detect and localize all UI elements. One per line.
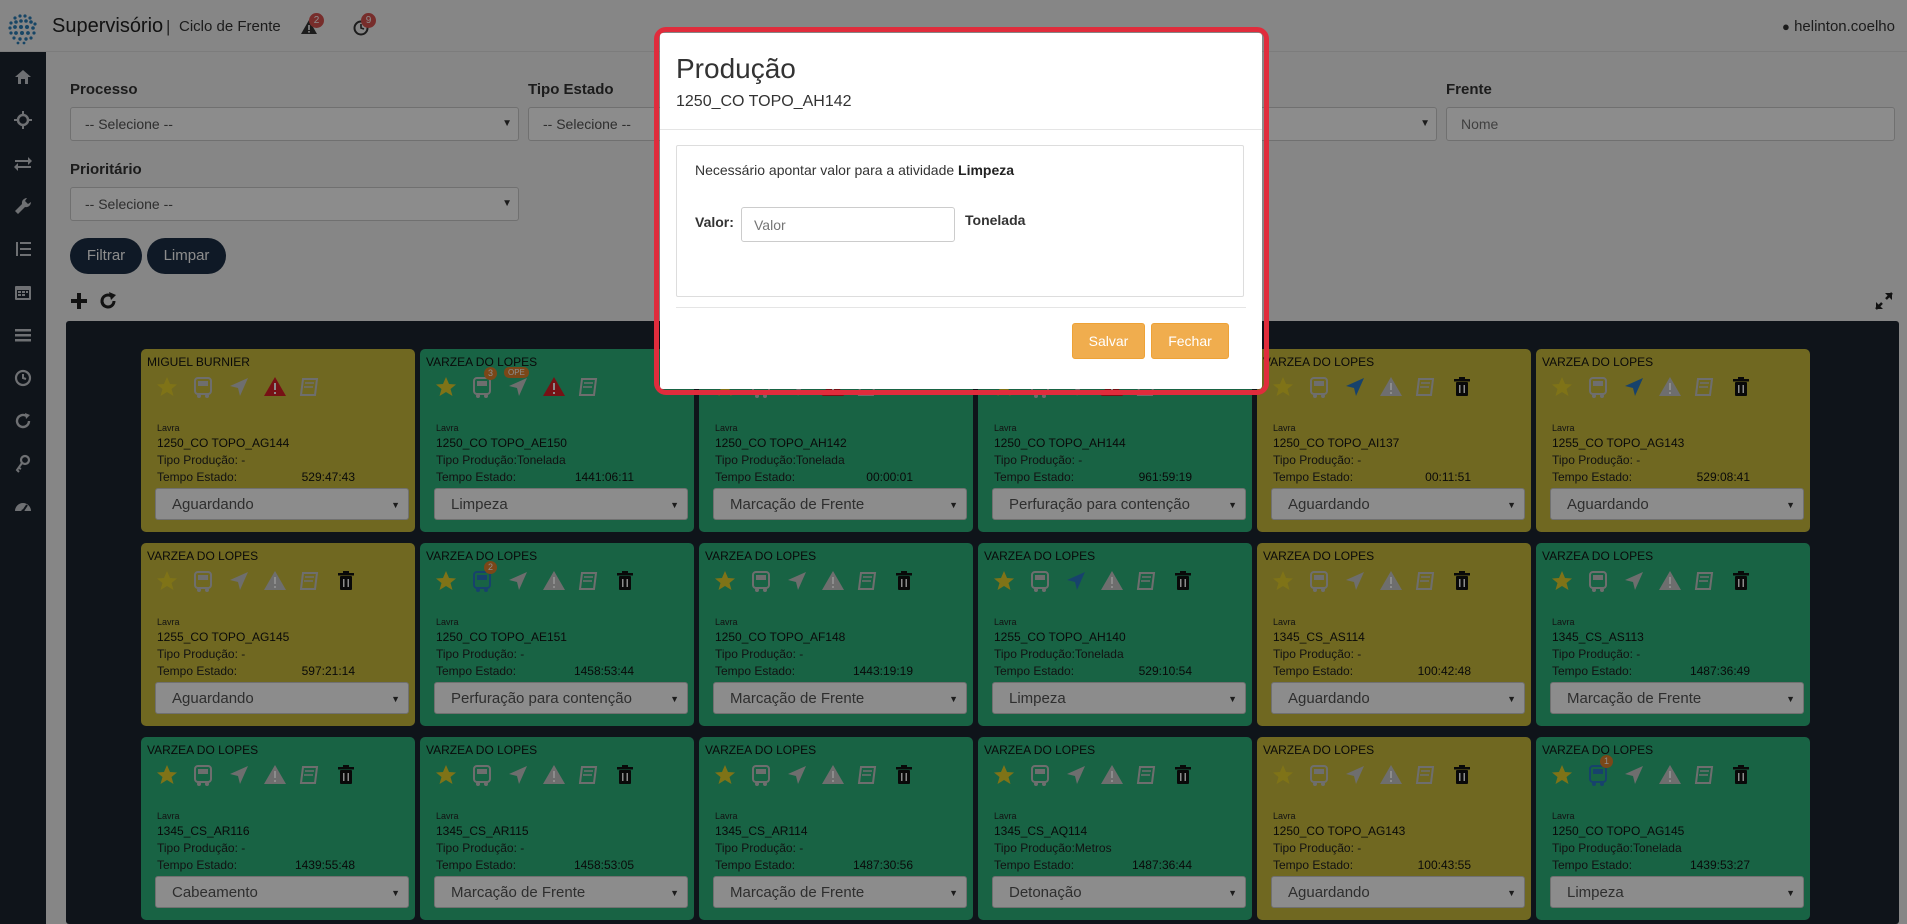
modal-message: Necessário apontar valor para a atividad… <box>695 162 1014 178</box>
modal-message-text: Necessário apontar valor para a atividad… <box>695 162 955 178</box>
producao-modal: Produção 1250_CO TOPO_AH142 Necessário a… <box>660 33 1262 389</box>
valor-label: Valor: <box>695 214 734 230</box>
modal-subtitle: 1250_CO TOPO_AH142 <box>676 93 852 110</box>
modal-title: Produção <box>676 53 796 84</box>
modal-footer-divider <box>676 307 1246 308</box>
modal-activity: Limpeza <box>958 162 1015 178</box>
valor-input[interactable] <box>741 207 955 242</box>
unit-label: Tonelada <box>965 212 1026 228</box>
modal-divider <box>660 129 1262 130</box>
fechar-button[interactable]: Fechar <box>1151 323 1229 359</box>
salvar-button[interactable]: Salvar <box>1072 323 1145 359</box>
modal-panel: Necessário apontar valor para a atividad… <box>676 145 1244 297</box>
